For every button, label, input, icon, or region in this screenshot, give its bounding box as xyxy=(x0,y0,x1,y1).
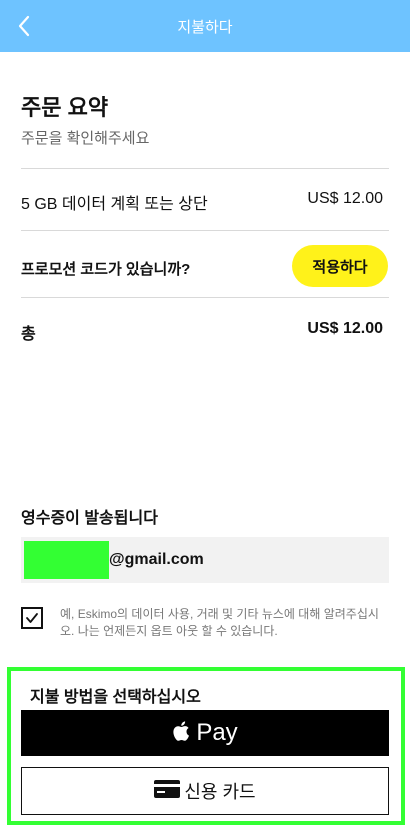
consent-text: 예, Eskimo의 데이터 사용, 거래 및 기타 뉴스에 대해 알려주십시오… xyxy=(60,607,379,638)
credit-card-label: 신용 카드 xyxy=(184,782,256,802)
email-field[interactable]: @gmail.com xyxy=(21,537,389,583)
credit-card-button[interactable]: 신용 카드 xyxy=(21,767,389,815)
top-bar: 지불하다 xyxy=(0,0,410,52)
checkmark-icon xyxy=(26,613,38,623)
promo-label: 프로모션 코드가 있습니까? xyxy=(21,261,191,278)
email-redaction xyxy=(24,541,109,579)
total-value: US$ 12.00 xyxy=(307,320,383,337)
payment-method-title: 지불 방법을 선택하십시오 xyxy=(30,689,201,706)
email-value: @gmail.com xyxy=(109,551,204,568)
apply-promo-button[interactable]: 적용하다 xyxy=(292,245,388,287)
apple-logo-icon xyxy=(172,719,192,748)
divider xyxy=(21,168,389,169)
consent-checkbox[interactable] xyxy=(21,607,43,629)
total-label: 총 xyxy=(21,326,36,343)
order-summary-subtitle: 주문을 확인해주세요 xyxy=(21,130,150,147)
plan-label: 5 GB 데이터 계획 또는 상단 xyxy=(21,196,208,213)
apple-pay-label: Pay xyxy=(196,719,238,746)
order-summary-title: 주문 요약 xyxy=(21,95,109,120)
apple-pay-button[interactable]: Pay xyxy=(21,710,389,756)
divider xyxy=(21,297,389,298)
page-title: 지불하다 xyxy=(177,19,233,36)
divider xyxy=(21,230,389,231)
plan-price: US$ 12.00 xyxy=(307,190,383,207)
receipt-title: 영수증이 발송됩니다 xyxy=(21,510,158,527)
credit-card-icon xyxy=(154,779,181,803)
